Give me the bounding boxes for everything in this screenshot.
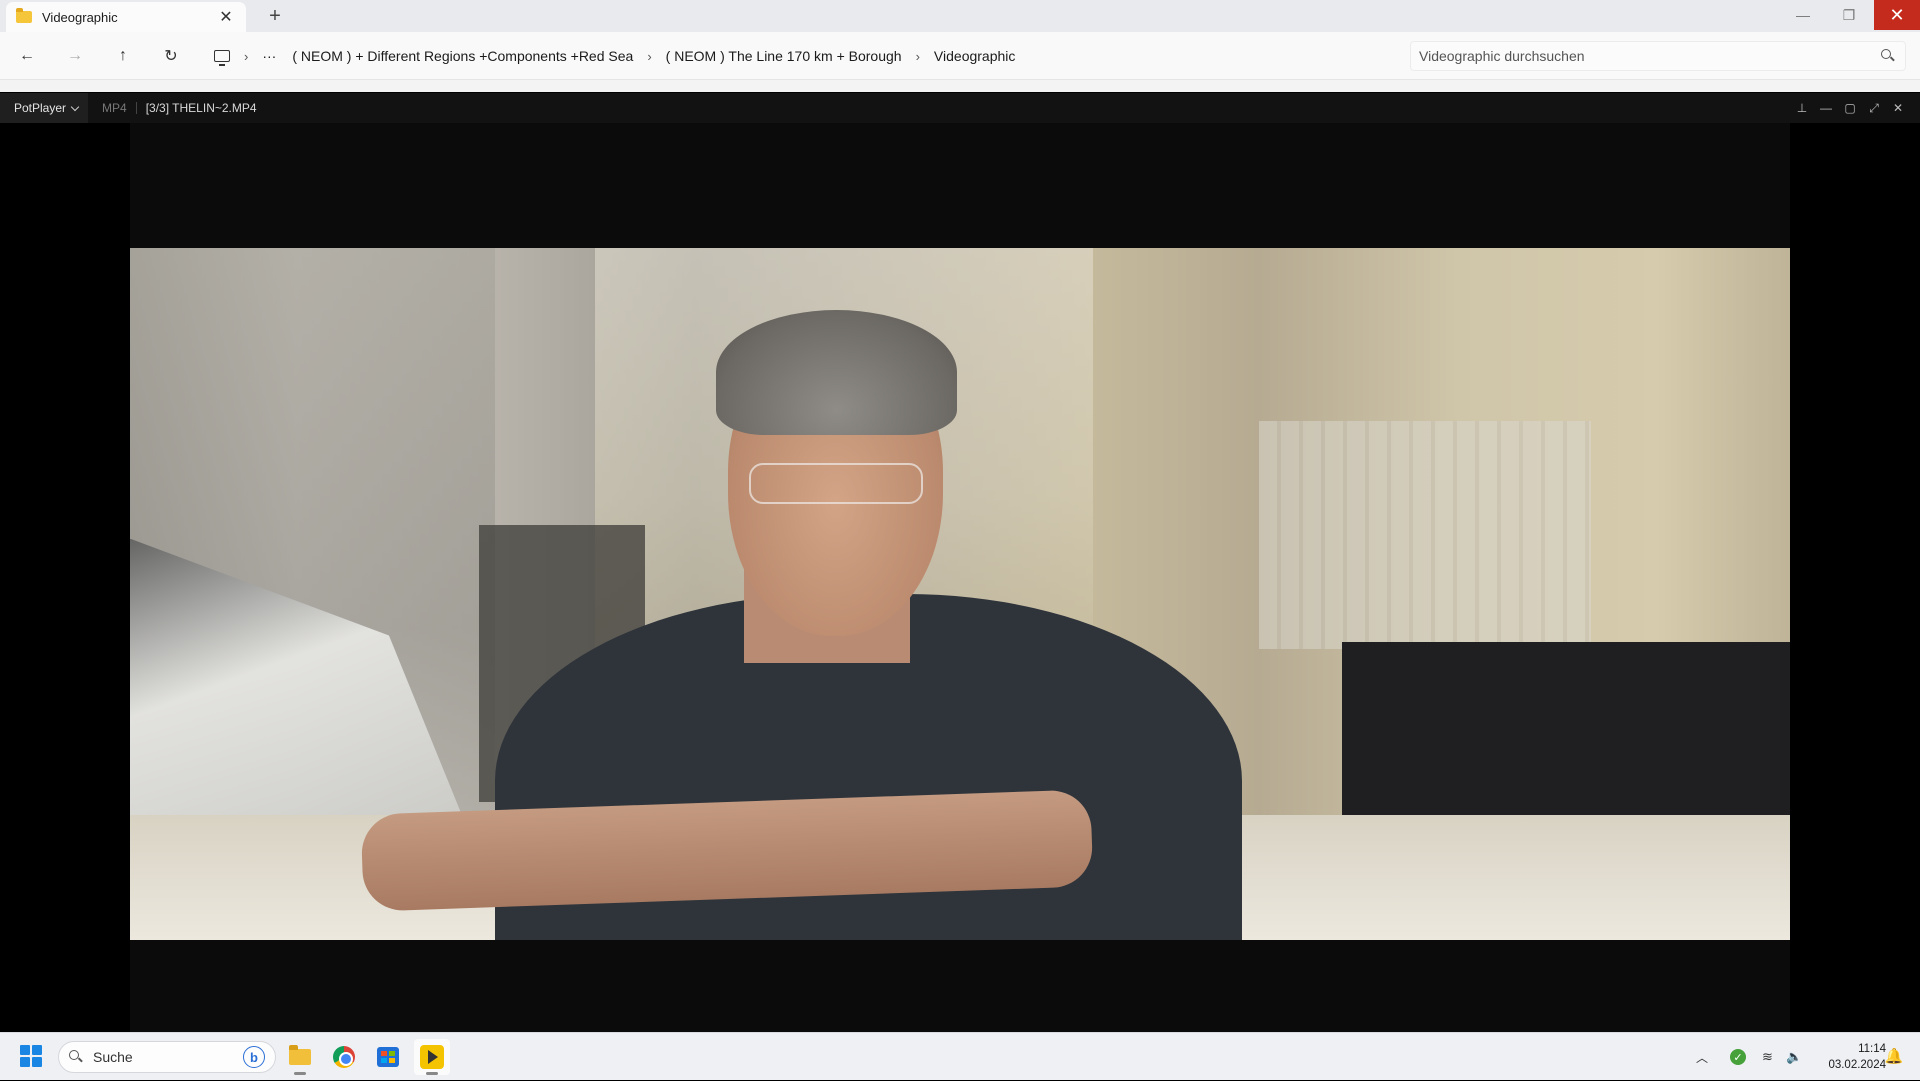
search-icon: [69, 1050, 83, 1064]
security-shield-icon: ✓: [1730, 1049, 1746, 1065]
breadcrumb-the-line[interactable]: ( NEOM ) The Line 170 km + Borough: [666, 48, 902, 64]
folder-icon: [16, 8, 32, 23]
running-indicator: [426, 1072, 438, 1075]
breadcrumb-videographic[interactable]: Videographic: [934, 48, 1015, 64]
pin-icon[interactable]: ⊥: [1790, 93, 1814, 123]
potplayer-icon: [420, 1045, 444, 1069]
minimize-button[interactable]: —: [1780, 0, 1826, 30]
tab-close-button[interactable]: ✕: [216, 7, 236, 27]
file-format-label: MP4: [102, 101, 127, 115]
potplayer-maximize-button[interactable]: ▢: [1838, 93, 1862, 123]
up-button[interactable]: ↑: [108, 42, 138, 70]
explorer-tab-bar: Videographic ✕ + — ❐ ✕: [0, 0, 1920, 32]
potplayer-minimize-button[interactable]: —: [1814, 93, 1838, 123]
potplayer-fullscreen-button[interactable]: ⤢: [1862, 93, 1886, 123]
volume-icon[interactable]: 🔈: [1786, 1033, 1802, 1081]
system-clock[interactable]: 11:14 03.02.2024: [1806, 1041, 1886, 1073]
running-indicator: [294, 1072, 306, 1075]
tray-security[interactable]: ✓: [1730, 1033, 1746, 1081]
potplayer-menu-button[interactable]: PotPlayer: [0, 93, 89, 123]
chevron-right-icon[interactable]: ›: [916, 49, 920, 64]
back-button[interactable]: ←: [12, 42, 42, 70]
notification-bell-icon[interactable]: 🔔: [1885, 1047, 1904, 1065]
video-frame[interactable]: [130, 248, 1790, 940]
chrome-icon: [333, 1046, 355, 1068]
forward-button[interactable]: →: [60, 42, 90, 70]
file-explorer-icon: [289, 1045, 311, 1065]
refresh-button[interactable]: ↻: [156, 42, 186, 70]
file-name-label: [3/3] THELIN~2.MP4: [145, 101, 257, 115]
taskbar-microsoft-store[interactable]: [370, 1039, 406, 1075]
explorer-content-edge: [0, 80, 1920, 92]
clock-date: 03.02.2024: [1828, 1059, 1886, 1071]
video-background-shelf: [1258, 421, 1591, 650]
tab-videographic[interactable]: Videographic ✕: [6, 2, 246, 32]
new-tab-button[interactable]: +: [262, 4, 288, 28]
this-pc-icon[interactable]: [214, 50, 230, 66]
taskbar-search[interactable]: Suche b: [58, 1041, 276, 1073]
potplayer-title-bar: PotPlayer MP4 [3/3] THELIN~2.MP4 ⊥ — ▢ ⤢…: [0, 93, 1920, 123]
address-bar[interactable]: › ··· ( NEOM ) + Different Regions +Comp…: [200, 41, 1400, 71]
chevron-right-icon[interactable]: ›: [647, 49, 651, 64]
wifi-icon[interactable]: ≋: [1762, 1033, 1773, 1081]
search-input[interactable]: [1419, 48, 1881, 64]
video-person-glasses: [749, 462, 924, 505]
taskbar-file-explorer[interactable]: [282, 1039, 318, 1075]
clock-time: 11:14: [1858, 1043, 1886, 1055]
close-button[interactable]: ✕: [1874, 0, 1920, 30]
bing-icon[interactable]: b: [243, 1046, 265, 1068]
breadcrumb-neom-regions[interactable]: ( NEOM ) + Different Regions +Components…: [292, 48, 633, 64]
explorer-search[interactable]: [1410, 41, 1906, 71]
divider: [135, 102, 137, 114]
maximize-button[interactable]: ❐: [1826, 0, 1872, 30]
chevron-down-icon: [70, 102, 80, 111]
show-hidden-icons-chevron-icon[interactable]: ︿: [1696, 1033, 1708, 1081]
explorer-nav-bar: ← → ↑ ↻ › ··· ( NEOM ) + Different Regio…: [0, 32, 1920, 80]
search-icon[interactable]: [1881, 49, 1895, 63]
potplayer-close-button[interactable]: ✕: [1886, 93, 1910, 123]
taskbar: Suche b ︿ ✓ ≋ 🔈 11:14 03.02.2024 🔔: [0, 1032, 1920, 1080]
taskbar-search-label: Suche: [93, 1049, 133, 1065]
potplayer-window-controls: ⊥ — ▢ ⤢ ✕: [1790, 93, 1910, 123]
potplayer-app-name: PotPlayer: [14, 101, 67, 115]
microsoft-store-icon: [377, 1047, 399, 1067]
breadcrumb-more[interactable]: ···: [262, 48, 276, 64]
chevron-right-icon[interactable]: ›: [244, 49, 248, 64]
taskbar-potplayer[interactable]: [414, 1039, 450, 1075]
taskbar-chrome[interactable]: [326, 1039, 362, 1075]
tab-title: Videographic: [42, 9, 118, 25]
video-person-hair: [715, 310, 957, 435]
windows-start-icon[interactable]: [20, 1045, 42, 1067]
